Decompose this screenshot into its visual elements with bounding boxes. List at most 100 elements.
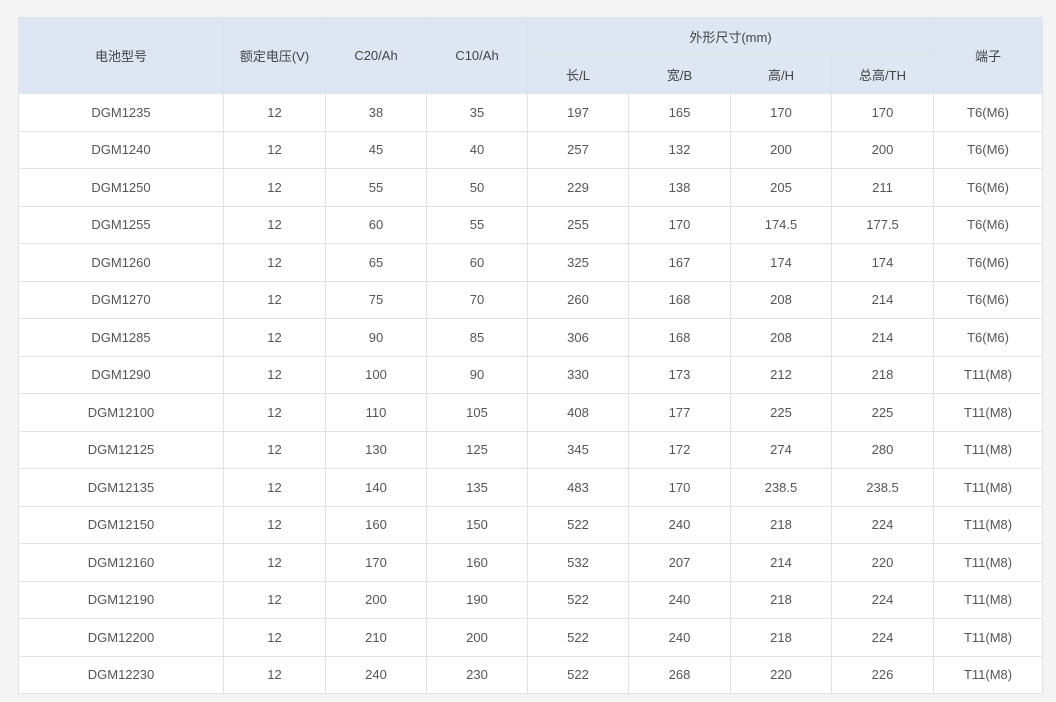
cell-width: 170	[628, 205, 731, 244]
cell-c20: 200	[325, 580, 427, 619]
cell-voltage: 12	[223, 505, 326, 544]
cell-width: 240	[628, 580, 731, 619]
cell-total-height: 214	[830, 318, 935, 357]
cell-model: DGM12160	[18, 543, 224, 582]
cell-width: 172	[628, 430, 731, 469]
header-row-primary: 电池型号 额定电压(V) C20/Ah C10/Ah 外形尺寸(mm) 端子	[18, 17, 1044, 94]
cell-length: 522	[527, 655, 629, 694]
table-row: DGM12200 12 210 200 522 240 218 224 T11(M8)	[18, 618, 1044, 657]
cell-length: 345	[527, 430, 629, 469]
cell-model: DGM12135	[18, 468, 224, 507]
cell-c20: 55	[325, 168, 427, 207]
table-row: DGM1270 12 75 70 260 168 208 214 T6(M6)	[18, 280, 1044, 319]
cell-total-height: 220	[830, 543, 935, 582]
cell-length: 408	[527, 393, 629, 432]
cell-length: 325	[527, 243, 629, 282]
cell-voltage: 12	[223, 93, 326, 132]
cell-width: 207	[628, 543, 731, 582]
cell-model: DGM1290	[18, 355, 224, 394]
cell-length: 306	[527, 318, 629, 357]
cell-height: 174.5	[730, 205, 832, 244]
cell-voltage: 12	[223, 580, 326, 619]
cell-c20: 110	[325, 393, 427, 432]
cell-c20: 100	[325, 355, 427, 394]
cell-height: 208	[730, 280, 832, 319]
cell-model: DGM1285	[18, 318, 224, 357]
cell-terminal: T11(M8)	[933, 580, 1044, 619]
table-row: DGM12190 12 200 190 522 240 218 224 T11(M8)	[18, 580, 1044, 619]
cell-c20: 210	[325, 618, 427, 657]
cell-total-height: 224	[830, 580, 935, 619]
header-total-height: 总高/TH	[830, 55, 935, 94]
cell-terminal: T11(M8)	[933, 468, 1044, 507]
cell-width: 173	[628, 355, 731, 394]
header-terminal: 端子	[933, 17, 1044, 94]
cell-width: 138	[628, 168, 731, 207]
cell-voltage: 12	[223, 318, 326, 357]
header-dimensions: 外形尺寸(mm)	[526, 17, 935, 56]
table-row: DGM1235 12 38 35 197 165 170 170 T6(M6)	[18, 93, 1044, 132]
cell-voltage: 12	[223, 243, 326, 282]
header-c10: C10/Ah	[426, 17, 528, 94]
cell-length: 522	[527, 580, 629, 619]
cell-voltage: 12	[223, 393, 326, 432]
cell-width: 240	[628, 618, 731, 657]
cell-voltage: 12	[223, 168, 326, 207]
header-c20: C20/Ah	[325, 17, 427, 94]
cell-model: DGM12230	[18, 655, 224, 694]
cell-width: 165	[628, 93, 731, 132]
cell-c20: 60	[325, 205, 427, 244]
table-row: DGM1285 12 90 85 306 168 208 214 T6(M6)	[18, 318, 1044, 357]
cell-height: 212	[730, 355, 832, 394]
cell-height: 218	[730, 580, 832, 619]
cell-c10: 40	[426, 130, 528, 169]
cell-height: 220	[730, 655, 832, 694]
spec-table-container: 电池型号 额定电压(V) C20/Ah C10/Ah 外形尺寸(mm) 端子 长…	[18, 17, 1044, 694]
table-row: DGM1250 12 55 50 229 138 205 211 T6(M6)	[18, 168, 1044, 207]
cell-total-height: 226	[830, 655, 935, 694]
cell-c10: 50	[426, 168, 528, 207]
cell-c20: 240	[325, 655, 427, 694]
cell-terminal: T11(M8)	[933, 355, 1044, 394]
cell-height: 218	[730, 505, 832, 544]
cell-width: 177	[628, 393, 731, 432]
cell-terminal: T11(M8)	[933, 505, 1044, 544]
cell-c20: 90	[325, 318, 427, 357]
cell-voltage: 12	[223, 280, 326, 319]
cell-height: 214	[730, 543, 832, 582]
cell-c10: 35	[426, 93, 528, 132]
cell-length: 257	[527, 130, 629, 169]
cell-width: 240	[628, 505, 731, 544]
cell-total-height: 214	[830, 280, 935, 319]
cell-c10: 60	[426, 243, 528, 282]
cell-width: 167	[628, 243, 731, 282]
cell-terminal: T11(M8)	[933, 393, 1044, 432]
cell-model: DGM12150	[18, 505, 224, 544]
cell-c10: 200	[426, 618, 528, 657]
cell-voltage: 12	[223, 130, 326, 169]
cell-voltage: 12	[223, 468, 326, 507]
cell-model: DGM12190	[18, 580, 224, 619]
cell-width: 170	[628, 468, 731, 507]
cell-terminal: T11(M8)	[933, 543, 1044, 582]
cell-total-height: 170	[830, 93, 935, 132]
table-row: DGM12135 12 140 135 483 170 238.5 238.5 T11(M8)	[18, 468, 1044, 507]
cell-total-height: 211	[830, 168, 935, 207]
cell-total-height: 280	[830, 430, 935, 469]
cell-model: DGM12125	[18, 430, 224, 469]
cell-c10: 105	[426, 393, 528, 432]
cell-length: 260	[527, 280, 629, 319]
cell-c20: 75	[325, 280, 427, 319]
cell-c20: 45	[325, 130, 427, 169]
cell-width: 132	[628, 130, 731, 169]
battery-spec-table: 电池型号 额定电压(V) C20/Ah C10/Ah 外形尺寸(mm) 端子 长…	[18, 17, 1044, 694]
cell-height: 238.5	[730, 468, 832, 507]
table-row: DGM1255 12 60 55 255 170 174.5 177.5 T6(M6)	[18, 205, 1044, 244]
table-row: DGM12150 12 160 150 522 240 218 224 T11(M8)	[18, 505, 1044, 544]
cell-length: 229	[527, 168, 629, 207]
cell-width: 168	[628, 318, 731, 357]
cell-model: DGM1270	[18, 280, 224, 319]
cell-height: 218	[730, 618, 832, 657]
cell-c20: 38	[325, 93, 427, 132]
cell-terminal: T6(M6)	[933, 280, 1044, 319]
